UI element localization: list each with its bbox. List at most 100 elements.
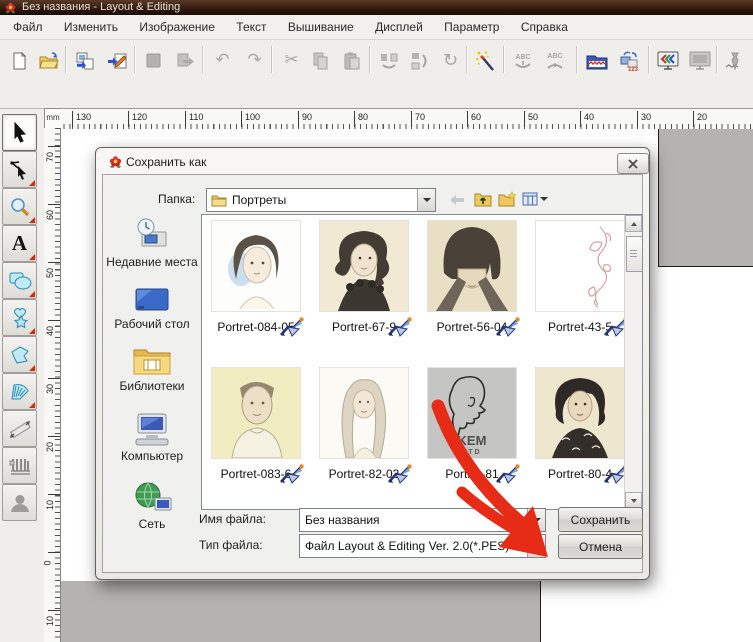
filetype-combobox[interactable]: Файл Layout & Editing Ver. 2.0(*.PES) <box>299 534 546 558</box>
menu-image[interactable]: Изображение <box>130 15 224 39</box>
h-ruler-label: 120 <box>130 112 147 122</box>
freeform-tool-button[interactable] <box>2 336 37 373</box>
file-item[interactable]: Portret-43-5 <box>536 221 624 334</box>
filename-combobox[interactable]: Без названия <box>299 508 546 532</box>
design-page-button[interactable] <box>139 46 168 75</box>
back-button[interactable] <box>446 190 468 210</box>
logo-text-kem: KEM <box>458 433 487 448</box>
scroll-up-button[interactable] <box>625 215 642 232</box>
h-ruler-label: 110 <box>187 112 203 122</box>
transfer-design-button[interactable] <box>170 46 199 75</box>
sidebar-item-computer[interactable]: Компьютер <box>106 410 198 463</box>
main-toolbar: ↶ ↷ ✂ ↻ ABC <box>0 40 753 109</box>
file-item[interactable]: KEM LTD Portret-81 <box>428 368 516 481</box>
new-design-button[interactable] <box>4 46 33 75</box>
menu-file[interactable]: Файл <box>4 15 52 39</box>
text-tool-button[interactable]: A <box>2 225 37 262</box>
file-item[interactable]: Portret-82-03 <box>320 368 408 481</box>
portrait-thumbnail <box>536 368 624 458</box>
svg-text:123: 123 <box>627 67 638 72</box>
up-folder-button[interactable] <box>472 189 494 209</box>
thread-palette-button[interactable] <box>582 46 611 75</box>
new-folder-button[interactable] <box>496 189 518 209</box>
text-arc-up-button[interactable]: ABC <box>540 46 569 75</box>
screen-image-button[interactable] <box>685 46 714 75</box>
realistic-view-button[interactable] <box>653 46 682 75</box>
copy-button[interactable] <box>306 46 335 75</box>
dialog-close-button[interactable] <box>617 153 649 174</box>
menu-bar: Файл Изменить Изображение Текст Вышивани… <box>0 15 753 40</box>
window-titlebar: Без названия - Layout & Editing <box>0 0 753 15</box>
paste-button[interactable] <box>337 46 366 75</box>
copy-icon <box>311 51 331 71</box>
menu-help[interactable]: Справка <box>512 15 577 39</box>
sewing-order-button[interactable]: 123 <box>615 46 644 75</box>
rotate-icon: ↻ <box>443 52 458 70</box>
sewing-order-icon: 123 <box>618 50 642 72</box>
menu-display[interactable]: Дисплей <box>366 15 432 39</box>
file-item[interactable]: Portret-67-9 <box>320 221 408 334</box>
fan-stitch-tool-button[interactable] <box>2 373 37 410</box>
file-list: Portret-084-05 Portret-67-9 <box>201 214 643 510</box>
edit-import-button[interactable] <box>103 46 132 75</box>
dialog-title: Сохранить как <box>126 155 206 169</box>
folder-dropdown-button[interactable] <box>417 189 435 211</box>
portrait-tool-icon <box>9 492 31 514</box>
select-tool-button[interactable] <box>2 114 37 151</box>
rotate-button[interactable]: ↻ <box>436 46 465 75</box>
scrollbar-thumb[interactable] <box>626 236 643 272</box>
folder-combobox[interactable]: Портреты <box>206 188 436 212</box>
import-design-button[interactable] <box>70 46 99 75</box>
realistic-view-icon <box>656 50 680 72</box>
menu-sew[interactable]: Вышивание <box>279 15 363 39</box>
sidebar-item-network[interactable]: Сеть <box>106 480 198 531</box>
cancel-button[interactable]: Отмена <box>558 534 643 559</box>
shape-tool-button[interactable] <box>2 262 37 299</box>
menu-text[interactable]: Текст <box>227 15 275 39</box>
v-ruler-label: 10 <box>45 500 55 510</box>
filetype-dropdown-button[interactable] <box>527 535 545 557</box>
undo-button[interactable]: ↶ <box>208 46 237 75</box>
outline-shape-tool-button[interactable] <box>2 299 37 336</box>
sidebar-item-recent-places[interactable]: Недавние места <box>106 216 198 269</box>
up-folder-icon <box>474 191 492 207</box>
workspace-outside-area-bottom <box>61 581 541 642</box>
dialog-flower-icon <box>108 154 123 169</box>
sidebar-item-desktop[interactable]: Рабочий стол <box>106 286 198 331</box>
view-menu-button[interactable] <box>520 189 550 209</box>
file-list-scrollbar <box>624 215 642 509</box>
save-button[interactable]: Сохранить <box>558 507 643 532</box>
redo-button[interactable]: ↷ <box>240 46 269 75</box>
file-item[interactable]: Portret-80-4 <box>536 368 624 481</box>
text-arc-down-button[interactable]: ABC <box>508 46 537 75</box>
point-edit-tool-button[interactable] <box>2 151 37 188</box>
svg-text:ABC: ABC <box>515 54 530 61</box>
measure-tool-button[interactable] <box>2 410 37 447</box>
mirror-horizontal-button[interactable] <box>374 46 403 75</box>
computer-icon <box>130 410 174 448</box>
mirror-horizontal-icon <box>379 51 399 71</box>
menu-edit[interactable]: Изменить <box>55 15 127 39</box>
cut-button[interactable]: ✂ <box>277 46 306 75</box>
portrait-tool-button[interactable] <box>2 484 37 521</box>
undo-icon: ↶ <box>215 52 229 69</box>
mirror-vertical-button[interactable] <box>404 46 433 75</box>
new-design-icon <box>9 51 29 71</box>
v-ruler-label: 60 <box>45 210 55 220</box>
filename-dropdown-button[interactable] <box>527 509 545 531</box>
portrait-thumbnail <box>428 221 516 311</box>
open-design-button[interactable] <box>34 46 63 75</box>
zoom-tool-button[interactable] <box>2 188 37 225</box>
partial-toolbar-button[interactable] <box>748 46 753 75</box>
sidebar-item-libraries[interactable]: Библиотеки <box>106 342 198 393</box>
magic-wand-button[interactable] <box>471 46 500 75</box>
stitch-simulator-button[interactable] <box>720 46 749 75</box>
outline-shape-tool-icon <box>8 307 32 329</box>
embroidery-machine-icon <box>278 315 305 338</box>
file-item[interactable]: Portret-084-05 <box>212 221 300 334</box>
file-item[interactable]: Portret-083-6 <box>212 368 300 481</box>
libraries-icon <box>130 342 174 378</box>
menu-option[interactable]: Параметр <box>435 15 508 39</box>
stitch-tool-button[interactable] <box>2 447 37 484</box>
file-item[interactable]: Portret-56-04 <box>428 221 516 334</box>
